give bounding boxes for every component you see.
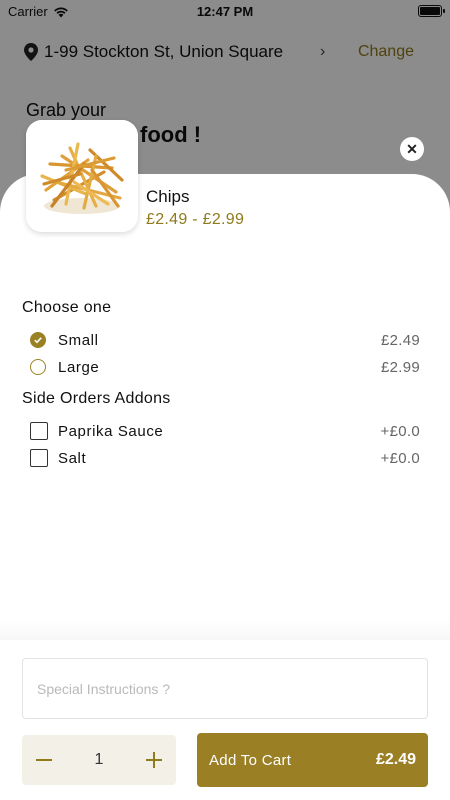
option-label: Large <box>58 358 100 376</box>
option-price: +£0.0 <box>380 422 420 440</box>
option-label: Small <box>58 331 99 349</box>
quantity-value: 1 <box>94 751 104 768</box>
addon-option-paprika[interactable]: Paprika Sauce +£0.0 <box>30 420 420 442</box>
option-price: £2.99 <box>380 358 420 376</box>
option-price: £2.49 <box>380 331 420 349</box>
side-orders-heading: Side Orders Addons <box>22 390 171 407</box>
choose-one-heading: Choose one <box>22 299 112 316</box>
footer-divider <box>0 620 450 640</box>
checkbox[interactable] <box>30 449 48 467</box>
product-name: Chips <box>146 187 190 206</box>
decrement-button[interactable] <box>34 750 54 770</box>
fries-image <box>26 120 138 232</box>
special-instructions-input[interactable] <box>22 658 428 719</box>
close-icon: ✕ <box>406 140 418 157</box>
add-to-cart-price: £2.49 <box>375 751 416 768</box>
option-price: +£0.0 <box>380 449 420 467</box>
checkbox[interactable] <box>30 422 48 440</box>
close-sheet-button[interactable]: ✕ <box>400 137 424 161</box>
add-to-cart-label: Add To Cart <box>209 751 292 769</box>
option-label: Paprika Sauce <box>58 422 164 440</box>
quantity-stepper: 1 <box>22 735 176 785</box>
size-option-small[interactable]: Small £2.49 <box>30 329 420 351</box>
increment-button[interactable] <box>144 750 164 770</box>
option-label: Salt <box>58 449 87 467</box>
size-option-large[interactable]: Large £2.99 <box>30 356 420 378</box>
product-price-range: £2.49 - £2.99 <box>146 211 245 228</box>
radio-unselected-icon[interactable] <box>30 359 46 375</box>
addon-option-salt[interactable]: Salt +£0.0 <box>30 447 420 469</box>
radio-selected-icon[interactable] <box>30 332 46 348</box>
add-to-cart-button[interactable]: Add To Cart £2.49 <box>197 733 428 787</box>
product-image <box>26 120 138 232</box>
minus-icon <box>36 759 52 761</box>
plus-icon <box>146 752 162 768</box>
